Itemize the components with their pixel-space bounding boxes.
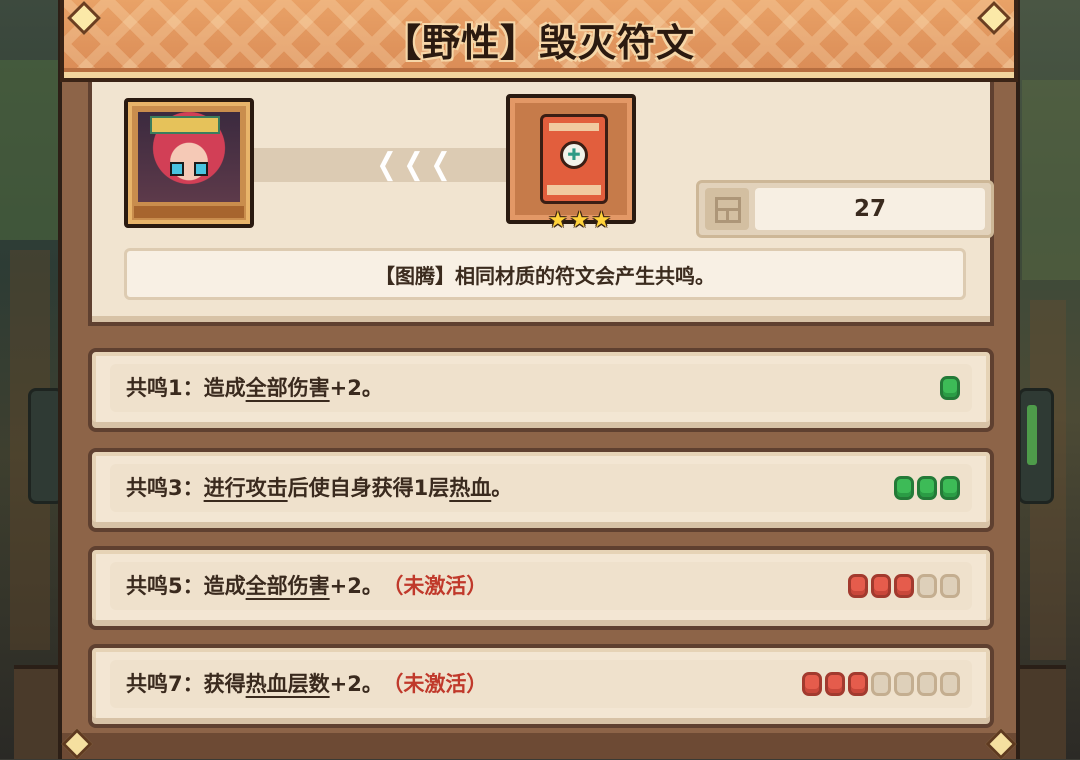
resonance-effect: 造成 (203, 574, 246, 598)
keyword-link[interactable]: 全部伤害 (246, 376, 330, 400)
hero-eye-right (194, 162, 208, 176)
resonance-label: 共鸣5： (126, 574, 204, 598)
keyword-link[interactable]: 全部伤害 (246, 574, 330, 598)
progress-pip-filled (894, 476, 914, 500)
resonance-label: 共鸣7： (126, 672, 204, 696)
rune-star-rating: ★ ★ ★ (548, 210, 611, 232)
star-icon: ★ (548, 208, 568, 233)
chevron-left-icon: ❮ (376, 147, 397, 182)
corner-gem-icon (61, 728, 93, 760)
resonance-row-inner: 共鸣3：进行攻击后使自身获得1层热血。 (110, 464, 972, 512)
progress-pip-filled (940, 476, 960, 500)
resonance-progress (848, 574, 960, 598)
resonance-effect: 。 (491, 476, 513, 500)
progress-pip-filled (848, 574, 868, 598)
resonance-row-inner: 共鸣7：获得热血层数+2。 （未激活） (110, 660, 972, 708)
progress-pip-filled (917, 476, 937, 500)
resonance-text: 共鸣5：造成全部伤害+2。 （未激活） (126, 562, 487, 610)
resonance-row: 共鸣7：获得热血层数+2。 （未激活） (88, 644, 994, 728)
progress-pip-empty (940, 574, 960, 598)
hero-eye-left (170, 162, 184, 176)
keyword-link[interactable]: 进行攻击 (204, 476, 288, 500)
resonance-row-inner: 共鸣1：造成全部伤害+2。 (110, 364, 972, 412)
star-icon: ★ (591, 208, 612, 233)
resonance-effect: 获得 (203, 672, 246, 696)
rune-info-card: ❮ ❮ ❮ ✚ ★ ★ ★ 27 【图腾】相同材质的符文会产生共鸣。 (88, 82, 994, 326)
resonance-row: 共鸣3：进行攻击后使自身获得1层热血。 (88, 448, 994, 532)
resonance-text: 共鸣3：进行攻击后使自身获得1层热血。 (126, 464, 512, 512)
inactive-label: （未激活） (392, 672, 488, 696)
resonance-progress (940, 376, 960, 400)
resonance-progress (894, 476, 960, 500)
resonance-row: 共鸣1：造成全部伤害+2。 (88, 348, 994, 432)
resonance-effect: 后使自身获得1层 (287, 476, 450, 500)
rune-icon-frame[interactable]: ✚ ★ ★ ★ (506, 94, 636, 232)
portrait-plate (134, 206, 244, 218)
panel-bottom-trim (61, 728, 1017, 760)
resonance-effect: +2。 (329, 376, 383, 400)
progress-pip-filled (825, 672, 845, 696)
rune-detail-panel: 【野性】毁灭符文 ❮ ❮ ❮ ✚ ★ ★ ★ 27 【图腾】相同材质的符文会产生… (58, 0, 1020, 760)
chevron-left-icon: ❮ (430, 147, 451, 182)
progress-pip-filled (848, 672, 868, 696)
star-icon: ★ (569, 208, 590, 233)
corner-gem-icon (985, 728, 1017, 760)
rune-count-value: 27 (755, 188, 985, 230)
progress-pip-filled (802, 672, 822, 696)
resonance-label: 共鸣1： (126, 376, 204, 400)
resonance-text: 共鸣1：造成全部伤害+2。 (126, 364, 383, 412)
hero-headband (150, 116, 220, 134)
keyword-link[interactable]: 热血 (449, 476, 491, 500)
progress-pip-empty (917, 672, 937, 696)
resonance-effect: +2。 (329, 574, 383, 598)
rune-count-box: 27 (696, 180, 994, 238)
hero-portrait[interactable] (124, 98, 254, 228)
resonance-row: 共鸣5：造成全部伤害+2。 （未激活） (88, 546, 994, 630)
progress-pip-empty (894, 672, 914, 696)
title-bar: 【野性】毁灭符文 (60, 0, 1018, 82)
resonance-row-inner: 共鸣5：造成全部伤害+2。 （未激活） (110, 562, 972, 610)
rune-gem-icon: ✚ (560, 141, 588, 169)
progress-pip-empty (871, 672, 891, 696)
right-side-tab (1018, 388, 1054, 504)
storage-box-icon (715, 197, 741, 223)
resonance-label: 共鸣3： (126, 476, 204, 500)
resonance-effect: +2。 (329, 672, 383, 696)
rune-icon: ✚ (540, 114, 608, 204)
storage-box-icon-wrap (705, 188, 749, 230)
progress-pip-filled (871, 574, 891, 598)
progress-pip-filled (940, 376, 960, 400)
background-right-forest (1010, 0, 1080, 759)
rune-description: 【图腾】相同材质的符文会产生共鸣。 (124, 248, 966, 300)
resonance-text: 共鸣7：获得热血层数+2。 （未激活） (126, 660, 487, 708)
inactive-label: （未激活） (392, 574, 488, 598)
progress-pip-empty (940, 672, 960, 696)
resonance-effect: 造成 (203, 376, 246, 400)
resonance-progress (802, 672, 960, 696)
progress-pip-empty (917, 574, 937, 598)
keyword-link[interactable]: 热血层数 (246, 672, 330, 696)
chevron-left-icon: ❮ (403, 147, 424, 182)
progress-pip-filled (894, 574, 914, 598)
equip-arrow-track: ❮ ❮ ❮ (254, 148, 506, 182)
panel-title: 【野性】毁灭符文 (382, 20, 695, 65)
